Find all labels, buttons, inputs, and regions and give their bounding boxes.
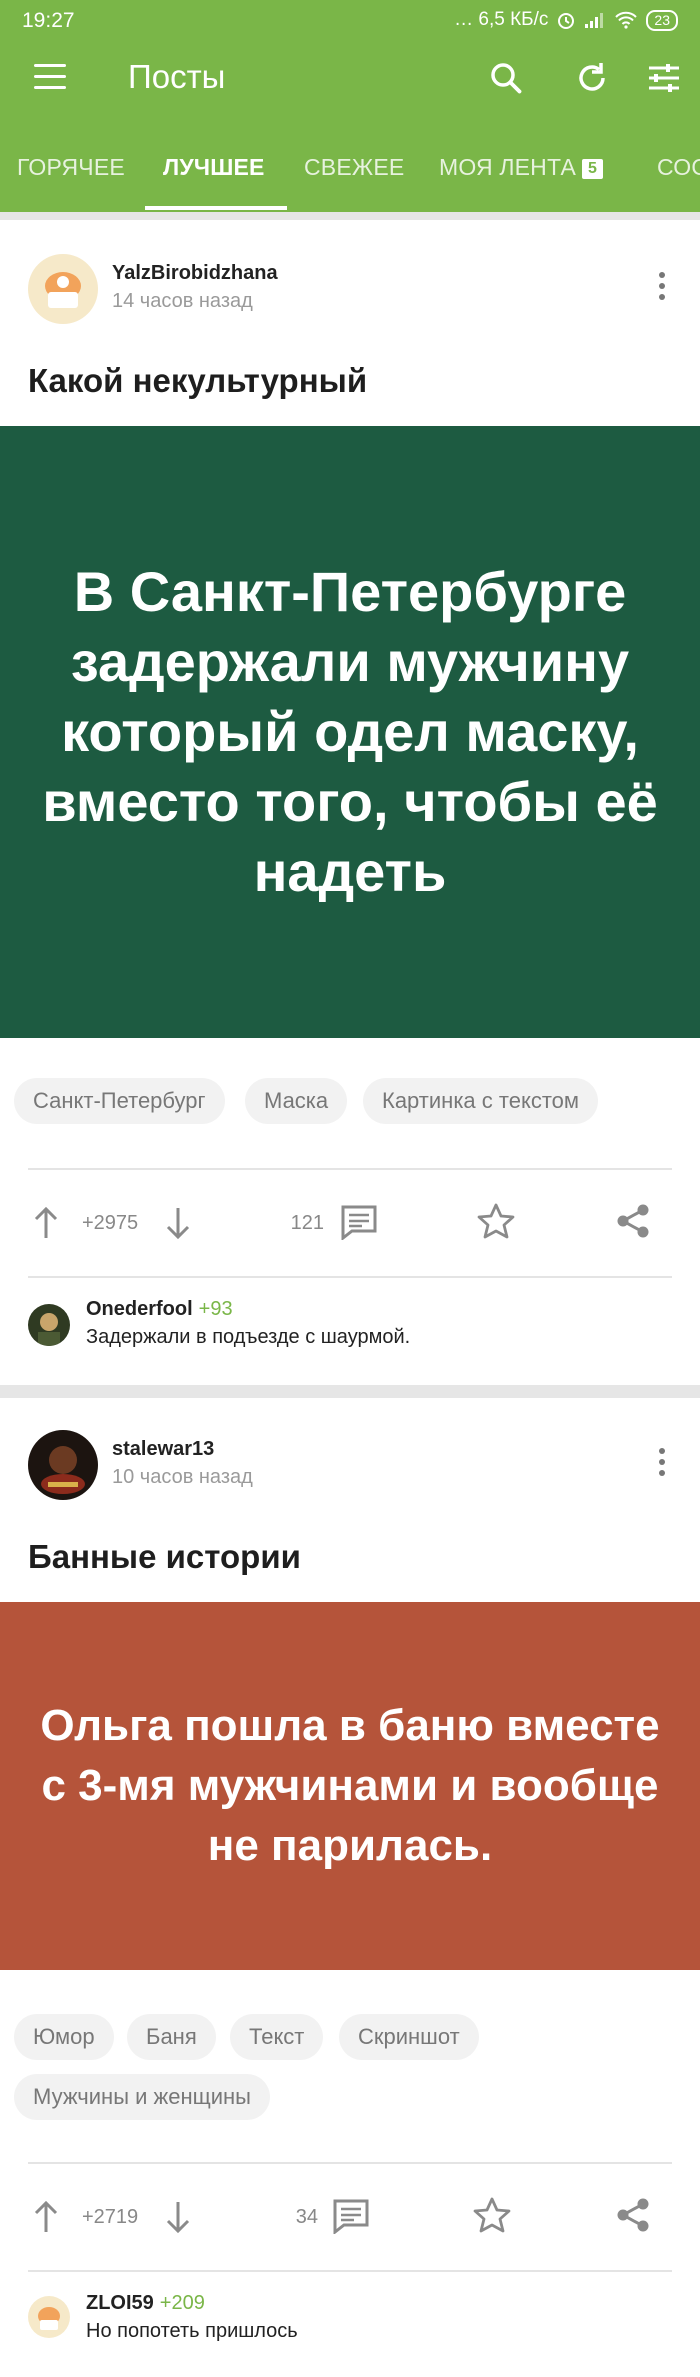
rating-count: +2975 [82, 1212, 139, 1234]
app-bar: 19:27 … 6,5 КБ/с 23 Посты ГОРЯЧЕЕ ЛУЧШЕЕ… [0, 0, 700, 212]
post-card: stalewar13 10 часов назад Банные истории… [0, 1398, 700, 2377]
tag[interactable]: Картинка с текстом [363, 1078, 599, 1124]
rating-count: +2719 [82, 2206, 139, 2228]
comment-avatar[interactable] [28, 2296, 70, 2338]
search-icon[interactable] [486, 58, 526, 98]
downvote-icon[interactable] [164, 1206, 192, 1240]
tab-best[interactable]: ЛУЧШЕЕ [163, 154, 265, 181]
divider [28, 2270, 672, 2272]
save-star-icon[interactable] [476, 1202, 516, 1240]
more-options-icon[interactable] [656, 1448, 668, 1482]
avatar[interactable] [28, 254, 98, 324]
post-author[interactable]: stalewar13 [112, 1438, 214, 1461]
comments-count[interactable]: 121 [274, 1212, 324, 1235]
divider [28, 1168, 672, 1170]
comment-author[interactable]: ZLOI59 +209 [86, 2292, 205, 2315]
network-speed: … 6,5 КБ/с [454, 9, 549, 30]
tab-my-feed[interactable]: МОЯ ЛЕНТА 5 [439, 154, 604, 181]
tag[interactable]: Текст [230, 2014, 324, 2060]
avatar[interactable] [28, 1430, 98, 1500]
tag[interactable]: Баня [127, 2014, 216, 2060]
tab-communities[interactable]: СОО [657, 154, 700, 181]
divider [28, 1276, 672, 1278]
downvote-icon[interactable] [164, 2200, 192, 2234]
comment-score: +93 [198, 1298, 233, 1320]
share-icon[interactable] [614, 1202, 652, 1240]
tab-fresh[interactable]: СВЕЖЕЕ [304, 154, 404, 181]
alarm-icon [558, 13, 575, 29]
post-card: YalzBirobidzhana 14 часов назад Какой не… [0, 220, 700, 1385]
post-author[interactable]: YalzBirobidzhana [112, 262, 278, 285]
post-image[interactable]: Ольга пошла в баню вместе с 3-мя мужчина… [0, 1602, 700, 1970]
page-title: Посты [128, 58, 226, 95]
post-title[interactable]: Какой некультурный [28, 362, 367, 400]
tab-hot[interactable]: ГОРЯЧЕЕ [17, 154, 125, 181]
share-icon[interactable] [614, 2196, 652, 2234]
tag[interactable]: Скриншот [339, 2014, 479, 2060]
status-bar: 19:27 … 6,5 КБ/с 23 [0, 0, 700, 44]
menu-icon[interactable] [34, 64, 66, 92]
comment-author[interactable]: Onederfool +93 [86, 1298, 233, 1321]
post-title[interactable]: Банные истории [28, 1538, 301, 1576]
tab-indicator [145, 206, 287, 210]
filter-icon[interactable] [644, 58, 684, 98]
tag[interactable]: Санкт-Петербург [14, 1078, 225, 1124]
comment-text[interactable]: Задержали в подъезде с шаурмой. [86, 1326, 410, 1349]
comments-icon[interactable] [340, 1204, 378, 1240]
tag[interactable]: Юмор [14, 2014, 114, 2060]
signal-icon [585, 13, 604, 28]
tab-bar: ГОРЯЧЕЕ ЛУЧШЕЕ СВЕЖЕЕ МОЯ ЛЕНТА5 СОО [0, 140, 700, 212]
comments-icon[interactable] [332, 2198, 370, 2234]
more-options-icon[interactable] [656, 272, 668, 306]
toolbar: Посты [0, 44, 700, 112]
battery-indicator: 23 [646, 9, 678, 31]
post-time: 14 часов назад [112, 290, 253, 312]
save-star-icon[interactable] [472, 2196, 512, 2234]
tag[interactable]: Маска [245, 1078, 348, 1124]
comment-text[interactable]: Но попотеть пришлось [86, 2320, 298, 2343]
wifi-icon [615, 11, 638, 29]
comment-avatar[interactable] [28, 1304, 70, 1346]
divider [28, 2162, 672, 2164]
comments-count[interactable]: 34 [268, 2206, 318, 2229]
image-caption: В Санкт-Петербурге задержали мужчину кот… [42, 560, 658, 903]
post-time: 10 часов назад [112, 1466, 253, 1488]
refresh-icon[interactable] [572, 58, 612, 98]
status-indicators: … 6,5 КБ/с 23 [454, 9, 678, 31]
upvote-icon[interactable] [32, 2200, 60, 2234]
upvote-icon[interactable] [32, 1206, 60, 1240]
status-time: 19:27 [22, 9, 75, 32]
post-image[interactable]: В Санкт-Петербурге задержали мужчину кот… [0, 426, 700, 1038]
tab-badge: 5 [582, 159, 604, 179]
tag[interactable]: Мужчины и женщины [14, 2074, 270, 2120]
image-caption: Ольга пошла в баню вместе с 3-мя мужчина… [40, 1701, 660, 1870]
comment-score: +209 [159, 2292, 205, 2314]
